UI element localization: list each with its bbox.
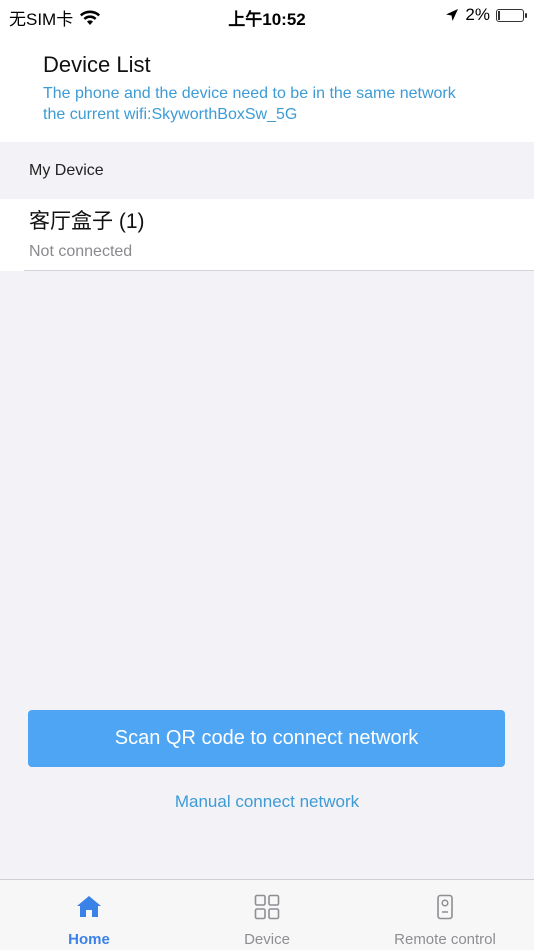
tab-home-label: Home — [68, 931, 110, 948]
device-name: 客厅盒子 (1) — [29, 210, 145, 233]
status-right: 2% — [445, 5, 527, 25]
network-hint: The phone and the device need to be in t… — [43, 83, 523, 125]
device-status: Not connected — [29, 243, 133, 260]
battery-level — [498, 10, 500, 20]
page-header: Device List The phone and the device nee… — [0, 30, 534, 142]
divider — [24, 270, 534, 271]
grid-icon — [254, 894, 280, 920]
network-hint-line-1: The phone and the device need to be in t… — [43, 85, 456, 102]
home-icon — [77, 896, 101, 917]
tab-bar: Home Device Remote control — [0, 879, 534, 950]
tab-device-label: Device — [244, 931, 290, 948]
scan-qr-button[interactable]: Scan QR code to connect network — [28, 710, 505, 767]
tab-home[interactable]: Home — [0, 880, 178, 950]
network-hint-line-2: the current wifi:SkyworthBoxSw_5G — [43, 106, 298, 123]
tab-remote-control[interactable]: Remote control — [356, 880, 534, 950]
device-list-item[interactable]: 客厅盒子 (1) Not connected — [0, 199, 534, 271]
location-arrow-icon — [446, 9, 459, 21]
section-label-my-device: My Device — [29, 162, 104, 179]
tab-remote-control-label: Remote control — [394, 931, 496, 948]
remote-icon — [437, 894, 453, 920]
manual-connect-link[interactable]: Manual connect network — [0, 792, 534, 812]
battery-icon — [496, 8, 527, 22]
tab-device[interactable]: Device — [178, 880, 356, 950]
battery-percent: 2% — [465, 5, 490, 24]
status-bar: 无SIM卡 上午10:52 2% — [0, 0, 534, 30]
page-title: Device List — [43, 52, 151, 77]
